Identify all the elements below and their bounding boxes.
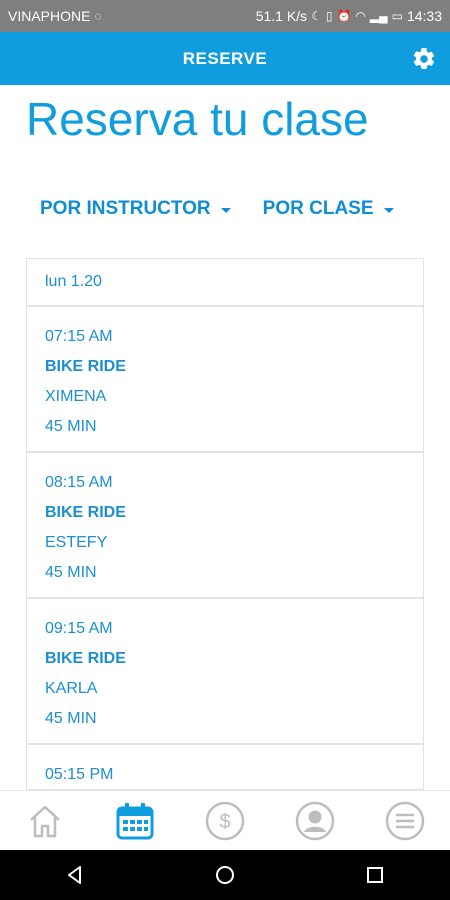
class-duration: 45 MIN	[45, 710, 97, 727]
network-speed: 51.1 K/s	[255, 8, 308, 24]
class-instructor: ESTEFY	[45, 534, 108, 551]
nav-calendar[interactable]	[105, 791, 165, 851]
menu-icon	[385, 801, 425, 841]
filter-bar: POR INSTRUCTOR POR CLASE	[40, 198, 394, 220]
circle-home-icon	[216, 866, 234, 884]
alarm-icon: ⏰	[336, 9, 352, 23]
nav-profile[interactable]	[285, 791, 345, 851]
profile-icon	[295, 801, 335, 841]
class-item[interactable]: 09:15 AM BIKE RIDE KARLA 45 MIN	[27, 599, 423, 745]
caret-down-icon	[220, 207, 231, 213]
back-icon	[68, 866, 81, 884]
filter-by-class[interactable]: POR CLASE	[263, 198, 394, 220]
schedule-list[interactable]: lun 1.20 07:15 AM BIKE RIDE XIMENA 45 MI…	[26, 258, 424, 790]
nav-home[interactable]	[15, 791, 75, 851]
settings-button[interactable]	[408, 43, 440, 75]
class-time: 07:15 AM	[45, 328, 113, 345]
filter-label: POR CLASE	[262, 198, 374, 219]
page-title: Reserva tu clase	[26, 93, 369, 145]
wifi-icon: ◠	[355, 9, 366, 23]
class-time: 09:15 AM	[45, 620, 113, 637]
class-item[interactable]: 08:15 AM BIKE RIDE ESTEFY 45 MIN	[27, 453, 423, 599]
home-button[interactable]	[205, 855, 245, 895]
carrier-name: VINAPHONE	[8, 8, 91, 24]
recents-button[interactable]	[355, 855, 395, 895]
class-instructor: KARLA	[45, 680, 98, 697]
nav-payments[interactable]: $	[195, 791, 255, 851]
class-time: 05:15 PM	[45, 766, 114, 783]
class-duration: 45 MIN	[45, 564, 97, 581]
back-button[interactable]	[55, 855, 95, 895]
vibrate-icon: ▯	[325, 9, 333, 23]
square-recents-icon	[367, 867, 383, 883]
bottom-nav: $	[0, 790, 450, 851]
class-name: BIKE RIDE	[45, 650, 126, 667]
app-title: RESERVE	[182, 48, 268, 68]
signal-icon: ▂▄	[369, 9, 388, 23]
caret-down-icon	[383, 207, 394, 213]
home-icon	[30, 805, 60, 838]
date-label: lun 1.20	[45, 273, 102, 290]
gear-icon	[413, 48, 435, 70]
class-name: BIKE RIDE	[45, 358, 126, 375]
class-duration: 45 MIN	[45, 418, 97, 435]
class-time: 08:15 AM	[45, 474, 113, 491]
filter-label: POR INSTRUCTOR	[40, 198, 211, 219]
status-bar: VINAPHONE ◌ 51.1 K/s ☾ ▯ ⏰ ◠ ▂▄ ▭ 14:33	[0, 0, 450, 32]
clock: 14:33	[406, 8, 442, 24]
filter-by-instructor[interactable]: POR INSTRUCTOR	[40, 198, 231, 220]
class-item[interactable]: 05:15 PM	[27, 745, 423, 789]
nav-menu[interactable]	[375, 791, 435, 851]
class-item[interactable]: 07:15 AM BIKE RIDE XIMENA 45 MIN	[27, 307, 423, 453]
class-instructor: XIMENA	[45, 388, 107, 405]
dollar-icon: $	[205, 801, 245, 841]
date-header: lun 1.20	[27, 259, 423, 307]
class-name: BIKE RIDE	[45, 504, 126, 521]
system-nav-bar	[0, 850, 450, 900]
battery-icon: ▭	[391, 9, 403, 23]
calendar-icon	[116, 803, 154, 840]
app-bar: RESERVE	[0, 32, 450, 85]
svg-text:$: $	[219, 811, 230, 833]
moon-icon: ☾	[311, 9, 322, 23]
sync-icon: ◌	[94, 9, 102, 23]
